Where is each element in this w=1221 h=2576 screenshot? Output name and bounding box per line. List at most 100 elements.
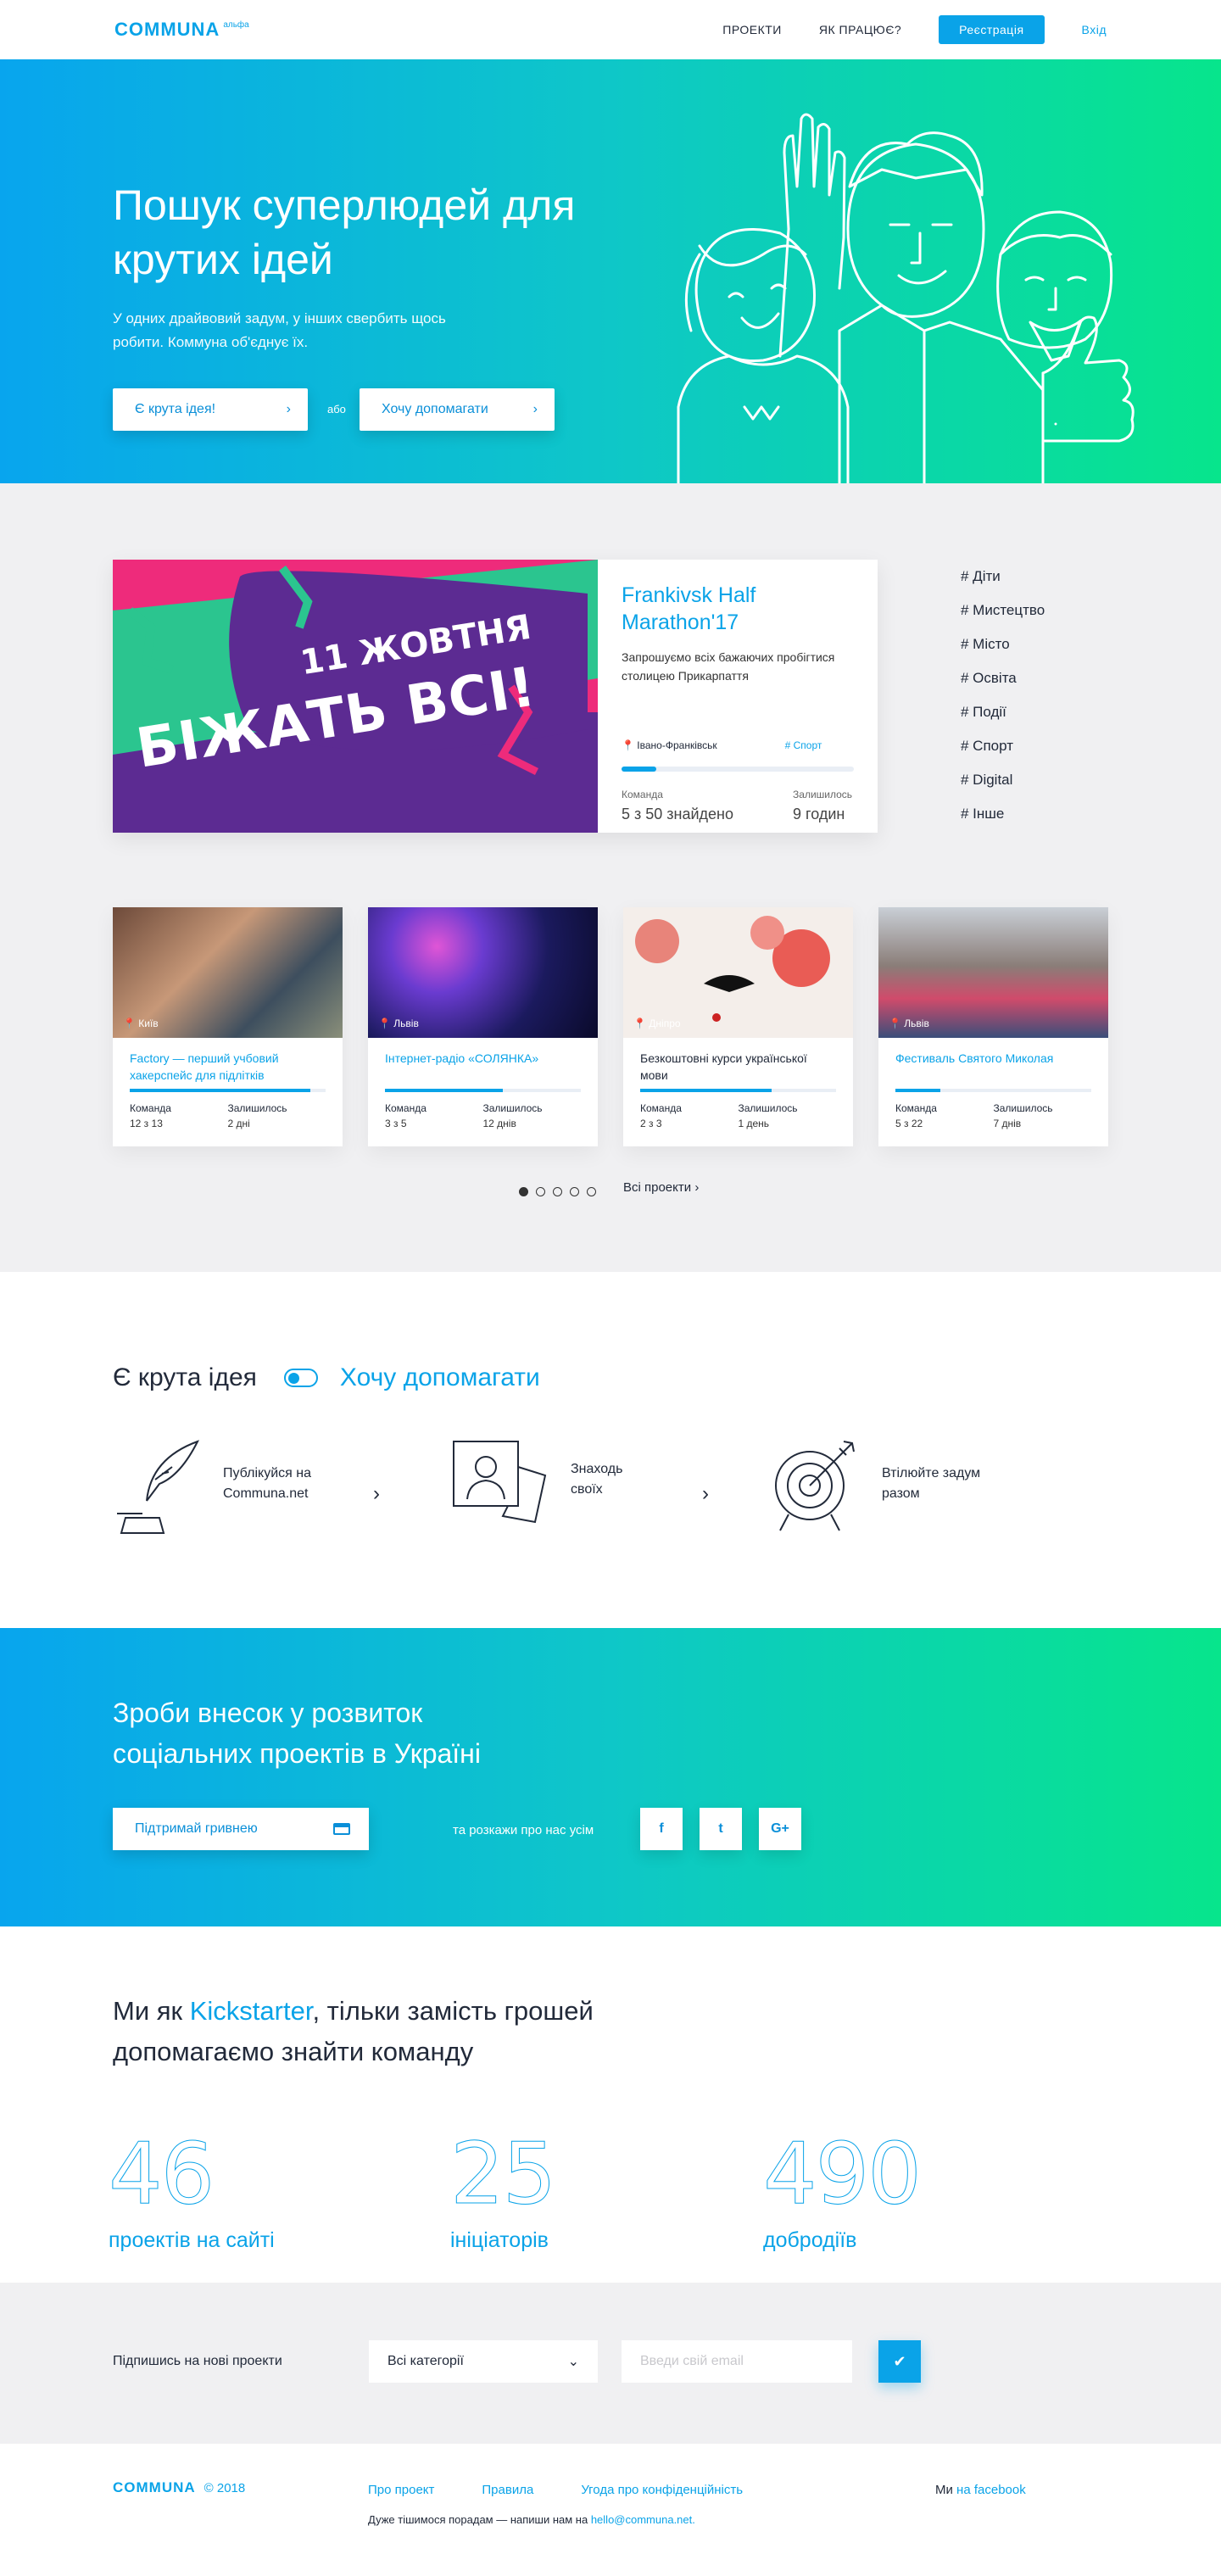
project-image: 📍 Львів [878,907,1108,1038]
team-label: Команда [640,1102,682,1114]
project-card[interactable]: 📍 Дніпро Безкоштовні курси української м… [623,907,853,1146]
site-footer: COMMUNA © 2018 Про проект Правила Угода п… [0,2444,1221,2576]
chevron-right-icon: › [373,1482,380,1505]
project-title[interactable]: Factory — перший учбовий хакерспейс для … [113,1038,343,1089]
twitter-icon: t [718,1821,723,1836]
subscribe-submit-button[interactable]: ✔ [878,2340,921,2383]
category-select[interactable]: Всі категорії ⌄ [369,2340,598,2383]
or-label: або [327,403,346,415]
stat-helpers-number: 490 [763,2124,923,2223]
footer-logo[interactable]: COMMUNA [113,2479,196,2496]
register-button[interactable]: Реєстрація [939,15,1045,44]
projects-section: 11 ЖОВТНЯ БІЖАТЬ ВСІ! Frankivsk Half Mar… [0,483,1221,1272]
project-title[interactable]: Фестиваль Святого Миколая [878,1038,1108,1089]
project-card[interactable]: 📍 Львів Інтернет-радіо «СОЛЯНКА» Команда… [368,907,598,1146]
hero-subtitle: У одних драйвовий задум, у інших свербит… [113,310,446,350]
featured-title[interactable]: Frankivsk Half Marathon'17 [622,582,791,636]
contribute-section: Зроби внесок у розвиток соціальних проек… [0,1628,1221,1926]
facebook-share-button[interactable]: f [640,1808,683,1850]
category-art[interactable]: # Мистецтво [961,594,1045,627]
featured-banner-image: 11 ЖОВТНЯ БІЖАТЬ ВСІ! [113,560,598,833]
time-left-value: 2 дні [227,1118,250,1129]
category-other[interactable]: # Інше [961,797,1045,831]
toggle-help-label[interactable]: Хочу допомагати [340,1363,540,1392]
category-sport[interactable]: # Спорт [961,729,1045,763]
carousel-dot[interactable] [553,1187,562,1196]
category-digital[interactable]: # Digital [961,763,1045,797]
category-children[interactable]: # Діти [961,560,1045,594]
site-header: COMMUNA альфа ПРОЕКТИ ЯК ПРАЦЮЄ? Реєстрац… [0,0,1221,59]
mode-toggle[interactable] [283,1369,318,1387]
all-projects-link[interactable]: Всі проекти › [623,1180,699,1195]
carousel-dot[interactable] [570,1187,579,1196]
project-city: 📍 Київ [123,1018,159,1029]
stat-initiators-label: ініціаторів [450,2228,549,2252]
project-image: 📍 Дніпро [623,907,853,1038]
project-title[interactable]: Безкоштовні курси української мови [623,1038,853,1089]
step-find-text: Знаходь своїх [571,1462,623,1497]
footer-link-privacy[interactable]: Угода про конфіденційність [581,2483,743,2497]
footer-link-rules[interactable]: Правила [482,2483,533,2497]
featured-progress-bar [622,767,854,772]
team-label: Команда [622,789,663,800]
carousel-dot[interactable] [536,1187,545,1196]
idea-button[interactable]: Є крута ідея! › [113,388,308,431]
featured-project-card[interactable]: 11 ЖОВТНЯ БІЖАТЬ ВСІ! Frankivsk Half Mar… [113,560,878,833]
toggle-idea-label[interactable]: Є крута ідея [113,1363,257,1392]
time-left-label: Залишилось [738,1102,798,1114]
carousel-dot[interactable] [587,1187,596,1196]
chevron-right-icon: › [702,1482,709,1505]
google-plus-icon: G+ [771,1821,789,1836]
team-value: 12 з 13 [130,1118,163,1129]
google-plus-share-button[interactable]: G+ [759,1808,801,1850]
time-left-value: 1 день [738,1118,770,1129]
chevron-right-icon: › [286,402,291,416]
subscribe-label: Підпишись на нові проекти [113,2354,282,2368]
logo[interactable]: COMMUNA альфа [114,19,249,41]
share-label: та розкажи про нас усім [453,1823,594,1837]
category-education[interactable]: # Освіта [961,661,1045,695]
checkmark-icon: ✔ [893,2352,906,2370]
step-publish-text: Публікуйся на Communa.net [223,1466,311,1501]
idea-button-label: Є крута ідея! [135,402,216,416]
copyright: © 2018 [204,2480,246,2495]
facebook-line: Ми на facebook [935,2483,1026,2497]
carousel-dot[interactable] [519,1187,528,1196]
location-pin-icon: 📍 [622,739,634,751]
help-button[interactable]: Хочу допомагати › [360,388,555,431]
featured-tag[interactable]: # Спорт [785,739,822,751]
project-card[interactable]: 📍 Київ Factory — перший учбовий хакерспе… [113,907,343,1146]
team-value: 5 з 22 [895,1118,923,1129]
category-list: # Діти # Мистецтво # Місто # Освіта # По… [961,560,1045,831]
stat-initiators: 25 ініціаторів [449,2131,556,2253]
footer-link-about[interactable]: Про проект [368,2483,434,2497]
donate-button[interactable]: Підтримай гривнею [113,1808,369,1850]
email-input[interactable] [622,2340,852,2383]
stat-projects-label: проектів на сайті [109,2228,275,2252]
featured-city: 📍 Івано-Франківськ [622,739,717,751]
project-image: 📍 Львів [368,907,598,1038]
project-title[interactable]: Інтернет-радіо «СОЛЯНКА» [368,1038,598,1089]
footer-note: Дуже тішимося порадам — напиши нам на he… [368,2513,695,2526]
category-events[interactable]: # Події [961,695,1045,729]
carousel-dots [519,1187,596,1196]
time-left-value: 7 днів [993,1118,1022,1129]
facebook-link[interactable]: на facebook [956,2483,1026,2497]
hero-section: Пошук суперлюдей для крутих ідей У одних… [0,59,1221,483]
chevron-right-icon: › [694,1180,700,1195]
step-publish: Публікуйся на Communa.net [113,1433,342,1535]
contact-email-link[interactable]: hello@communa.net. [591,2513,695,2526]
help-button-label: Хочу допомагати [382,402,488,416]
project-card[interactable]: 📍 Львів Фестиваль Святого Миколая Команд… [878,907,1108,1146]
nav-projects[interactable]: ПРОЕКТИ [722,23,782,36]
step-implement-text: Втілюйте задум разом [882,1466,981,1501]
login-link[interactable]: Вхід [1082,23,1107,36]
twitter-share-button[interactable]: t [700,1808,742,1850]
category-city[interactable]: # Місто [961,627,1045,661]
nav-how-it-works[interactable]: ЯК ПРАЦЮЄ? [819,23,901,36]
time-left-label: Залишилось [793,789,853,800]
team-label: Команда [385,1102,427,1114]
stat-helpers-label: добродіїв [763,2228,857,2252]
target-icon [775,1441,855,1531]
step-find: Знаходь своїх [452,1433,647,1526]
